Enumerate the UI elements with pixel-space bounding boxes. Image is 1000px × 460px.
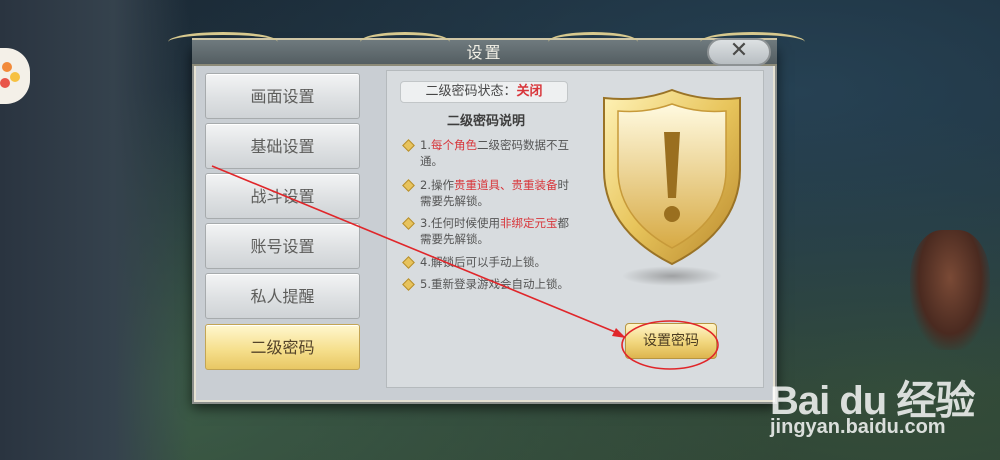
description-item: 4.解锁后可以手动上锁。 xyxy=(402,254,574,270)
sidebar-item-display[interactable]: 画面设置 xyxy=(205,73,360,119)
sidebar-item-basic[interactable]: 基础设置 xyxy=(205,123,360,169)
warning-shield-icon xyxy=(598,86,746,291)
sidebar-item-secondary-password[interactable]: 二级密码 xyxy=(205,324,360,370)
description-item: 2.操作贵重道具、贵重装备时需要先解锁。 xyxy=(402,177,574,209)
sidebar-item-label: 二级密码 xyxy=(250,338,315,357)
description-item: 3.任何时候使用非绑定元宝都需要先解锁。 xyxy=(402,215,574,247)
status-value: 关闭 xyxy=(516,84,543,99)
sidebar-item-reminders[interactable]: 私人提醒 xyxy=(205,273,360,319)
sidebar-item-label: 私人提醒 xyxy=(250,287,315,306)
sidebar-item-account[interactable]: 账号设置 xyxy=(205,223,360,269)
password-status: 二级密码状态：关闭 xyxy=(400,81,568,103)
sidebar-item-label: 画面设置 xyxy=(250,87,315,106)
sidebar-item-label: 账号设置 xyxy=(250,237,315,256)
description-item: 5.重新登录游戏会自动上锁。 xyxy=(402,276,574,292)
description-item: 1.每个角色二级密码数据不互通。 xyxy=(402,137,574,169)
status-label: 二级密码状态： xyxy=(425,84,517,99)
set-password-button[interactable]: 设置密码 xyxy=(625,323,717,359)
dialog-title: 设置 xyxy=(466,43,503,62)
watermark-url: jingyan.baidu.com xyxy=(770,416,946,438)
background-creature xyxy=(910,230,990,350)
sidebar-item-label: 基础设置 xyxy=(250,137,315,156)
close-button[interactable]: ✕ xyxy=(707,38,771,66)
close-icon: ✕ xyxy=(729,38,749,63)
sidebar-item-label: 战斗设置 xyxy=(250,187,315,206)
description-title: 二级密码说明 xyxy=(446,114,525,129)
baidu-watermark: Bai du 经验 jingyan.baidu.com xyxy=(770,368,995,456)
sidebar-item-combat[interactable]: 战斗设置 xyxy=(205,173,360,219)
